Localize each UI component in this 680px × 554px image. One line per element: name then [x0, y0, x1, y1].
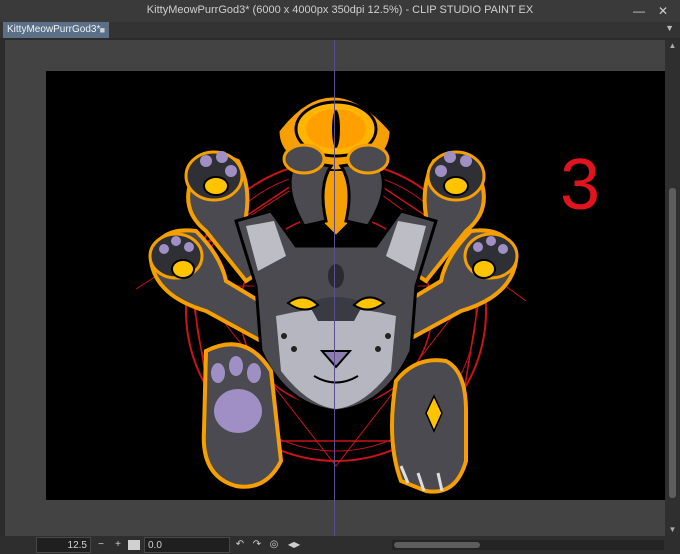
- flip-horizontal-icon[interactable]: ◀▶: [284, 537, 304, 553]
- horizontal-scroll-thumb[interactable]: [394, 542, 480, 548]
- rotate-right-icon[interactable]: ↷: [250, 537, 264, 553]
- vertical-scrollbar[interactable]: ▲ ▼: [665, 40, 680, 536]
- vertical-scroll-thumb[interactable]: [669, 188, 676, 498]
- artwork: 3: [135, 94, 600, 494]
- canvas-workspace[interactable]: 3: [5, 40, 665, 536]
- document-tab[interactable]: KittyMeowPurrGod3* ■: [3, 22, 109, 38]
- document-tab-label: KittyMeowPurrGod3*: [7, 24, 101, 35]
- rotation-angle-field[interactable]: 0.0: [144, 537, 230, 553]
- artwork-canvas[interactable]: 3: [46, 71, 665, 500]
- horizontal-scrollbar[interactable]: [392, 540, 664, 550]
- rotate-left-icon[interactable]: ↶: [233, 537, 247, 553]
- title-bar: KittyMeowPurrGod3* (6000 x 4000px 350dpi…: [0, 0, 680, 22]
- annotation-number: 3: [560, 145, 600, 225]
- lower-left-paw: [201, 342, 284, 489]
- minimize-button[interactable]: —: [630, 2, 648, 20]
- scroll-up-icon[interactable]: ▲: [665, 40, 680, 52]
- scroll-down-icon[interactable]: ▼: [665, 524, 680, 536]
- window-title: KittyMeowPurrGod3* (6000 x 4000px 350dpi…: [146, 4, 534, 16]
- close-button[interactable]: ✕: [654, 2, 672, 20]
- tab-menu-icon[interactable]: ▼: [665, 23, 674, 33]
- reset-rotation-icon[interactable]: ◎: [267, 537, 281, 553]
- status-bar: 12.5 − + 0.0 ↶ ↷ ◎ ◀▶: [0, 536, 680, 554]
- document-tab-bar: KittyMeowPurrGod3* ■ ▼: [0, 22, 680, 38]
- zoom-out-button[interactable]: −: [94, 537, 108, 553]
- zoom-field[interactable]: 12.5: [36, 537, 91, 553]
- zoom-slider-handle[interactable]: [128, 540, 140, 550]
- vertical-guide-line: [334, 40, 335, 536]
- tab-close-icon[interactable]: ■: [100, 22, 105, 38]
- lower-right-paw: [390, 358, 468, 494]
- zoom-in-button[interactable]: +: [111, 537, 125, 553]
